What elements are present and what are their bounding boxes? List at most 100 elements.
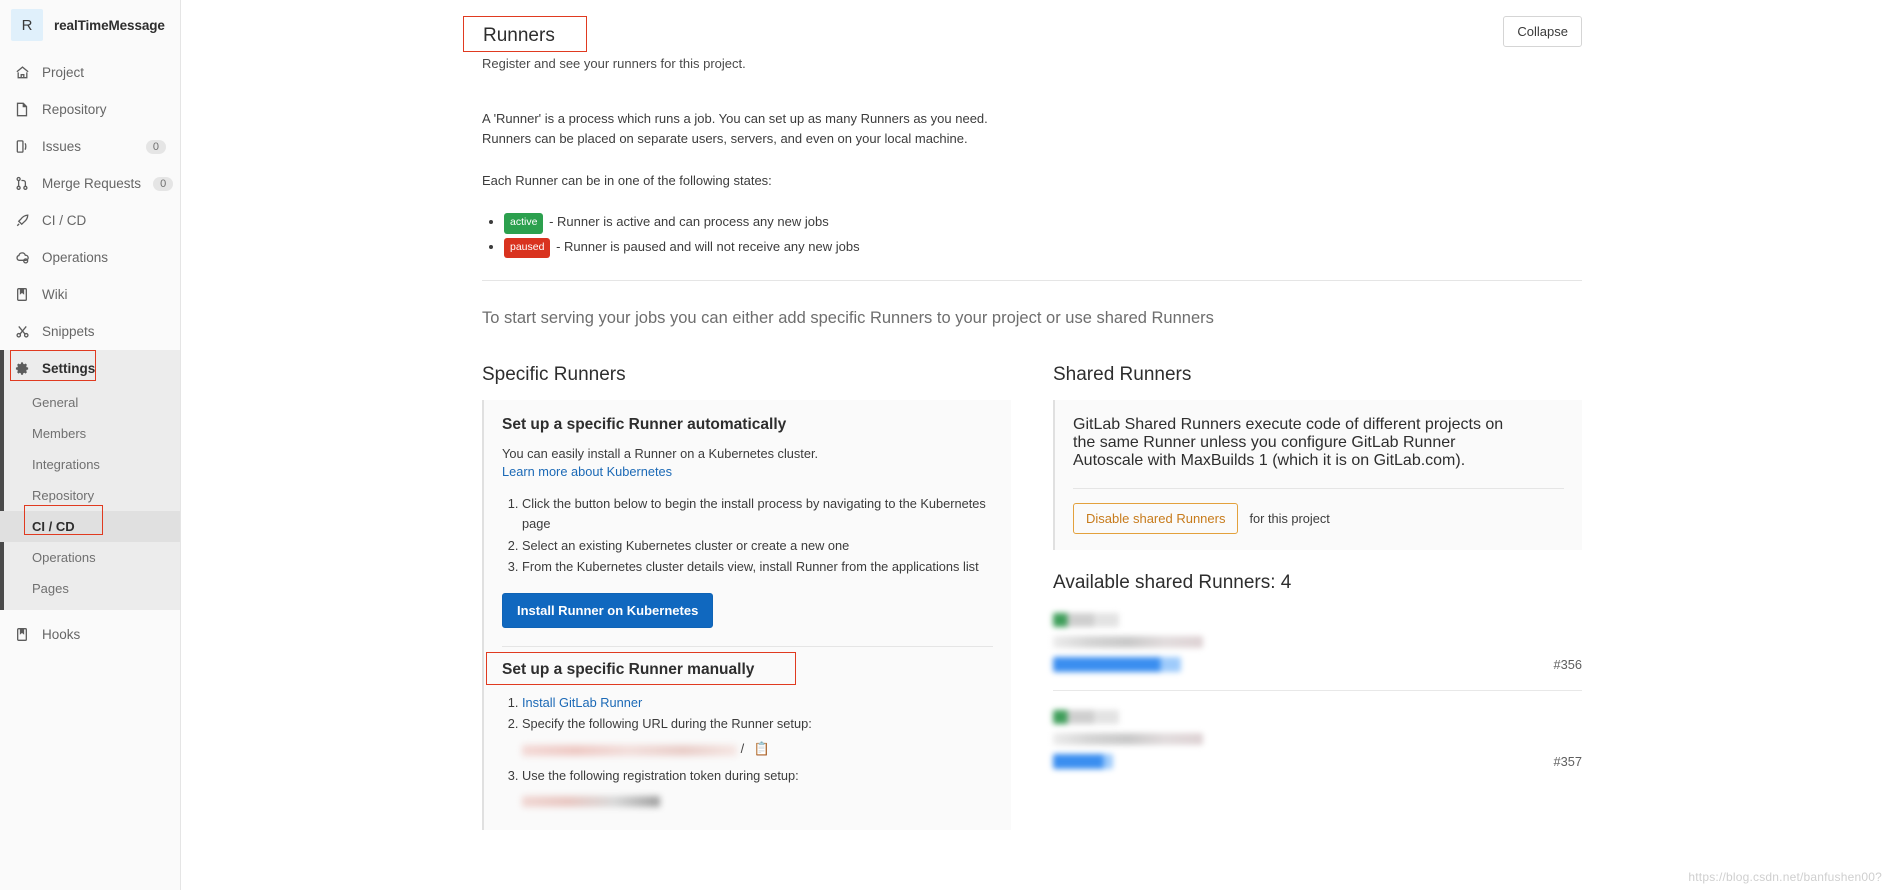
sidebar-item-wiki[interactable]: Wiki: [0, 276, 180, 313]
manual-step-1: Install GitLab Runner: [522, 693, 993, 713]
disable-shared-runners-button[interactable]: Disable shared Runners: [1073, 502, 1239, 534]
collapse-button[interactable]: Collapse: [1503, 16, 1582, 47]
sidebar-subitem-operations[interactable]: Operations: [0, 542, 180, 573]
settings-subnav: General Members Integrations Repository …: [0, 387, 180, 610]
auto-step-1: Click the button below to begin the inst…: [522, 494, 993, 534]
sidebar-item-repository[interactable]: Repository: [0, 91, 180, 128]
kubernetes-learn-more-link[interactable]: Learn more about Kubernetes: [502, 464, 672, 479]
page-title-wrap: Runners Register and see your runners fo…: [463, 16, 746, 71]
subitem-label: General: [32, 395, 79, 410]
shared-runners-card: GitLab Shared Runners execute code of di…: [1053, 399, 1582, 550]
sidebar-item-settings[interactable]: Settings: [0, 350, 180, 387]
auto-setup-heading: Set up a specific Runner automatically: [502, 415, 787, 433]
book-icon: [14, 287, 30, 303]
cloud-gear-icon: [14, 250, 30, 266]
runner-list-item[interactable]: #357: [1053, 691, 1582, 787]
sidebar-item-label: Merge Requests: [42, 176, 142, 191]
disable-shared-runners-row: Disable shared Runners for this project: [1073, 502, 1564, 534]
sidebar-item-ci-cd[interactable]: CI / CD: [0, 202, 180, 239]
specific-runners-column: Specific Runners Set up a specific Runne…: [482, 364, 1011, 831]
sidebar-subitem-members[interactable]: Members: [0, 418, 180, 449]
runner-id: #356: [1553, 656, 1582, 672]
manual-step-3: Use the following registration token dur…: [522, 766, 993, 811]
scissors-icon: [14, 324, 30, 340]
copy-icon[interactable]: 📋: [754, 741, 770, 756]
sidebar-item-label: Operations: [42, 250, 109, 265]
specific-runner-auto-card: Set up a specific Runner automatically Y…: [482, 399, 1011, 831]
runner-id: #357: [1553, 753, 1582, 769]
secondary-nav: Hooks: [0, 616, 180, 653]
install-gitlab-runner-link[interactable]: Install GitLab Runner: [522, 695, 642, 710]
runner-meta: [1053, 612, 1203, 672]
shared-runners-column: Shared Runners GitLab Shared Runners exe…: [1053, 364, 1582, 830]
sidebar-item-label: Issues: [42, 139, 82, 154]
document-icon: [14, 102, 30, 118]
sidebar-subitem-ci-cd[interactable]: CI / CD: [0, 511, 180, 542]
status-badge-active: active: [504, 213, 544, 234]
sidebar-item-project[interactable]: Project: [0, 54, 180, 91]
app-root: R realTimeMessage Project Repository Iss…: [0, 0, 1898, 890]
card-separator: [502, 646, 993, 648]
runner-tags-redacted: [1053, 656, 1181, 672]
subitem-label: CI / CD: [32, 519, 75, 534]
registration-token-redacted: [522, 796, 660, 808]
merge-request-icon: [14, 176, 30, 192]
sidebar-item-label: Repository: [42, 102, 107, 117]
watermark: https://blog.csdn.net/banfushen00?: [1688, 870, 1882, 884]
manual-step-2-text: Specify the following URL during the Run…: [522, 716, 812, 732]
issues-icon: [14, 139, 30, 155]
sidebar-item-snippets[interactable]: Snippets: [0, 313, 180, 350]
lead-text: To start serving your jobs you can eithe…: [482, 308, 1214, 327]
project-header[interactable]: R realTimeMessage: [0, 0, 180, 50]
shared-runners-title: Shared Runners: [1053, 363, 1192, 385]
main-nav: Project Repository Issues 0 Merge Reques…: [0, 54, 180, 387]
sidebar-item-merge-requests[interactable]: Merge Requests 0: [0, 165, 180, 202]
sidebar-subitem-general[interactable]: General: [0, 387, 180, 418]
runners-columns: Specific Runners Set up a specific Runne…: [482, 364, 1582, 831]
intro-states-label: Each Runner can be in one of the followi…: [482, 173, 772, 189]
runners-intro: A 'Runner' is a process which runs a job…: [482, 109, 1582, 258]
sidebar-subitem-integrations[interactable]: Integrations: [0, 449, 180, 480]
manual-heading-wrap: Set up a specific Runner manually: [486, 652, 796, 686]
sidebar-item-label: Settings: [42, 361, 96, 376]
runner-description-redacted: [1053, 732, 1203, 745]
state-active-text: - Runner is active and can process any n…: [549, 214, 829, 230]
sidebar-subitem-pages[interactable]: Pages: [0, 573, 180, 604]
sidebar-item-label: Snippets: [42, 324, 95, 339]
issues-count-badge: 0: [145, 139, 166, 154]
sidebar-item-operations[interactable]: Operations: [0, 239, 180, 276]
manual-step-3-text: Use the following registration token dur…: [522, 767, 799, 783]
runner-list-item[interactable]: #356: [1053, 594, 1582, 691]
sidebar-item-hooks[interactable]: Hooks: [0, 616, 180, 653]
runner-url-slash: /: [740, 741, 745, 757]
settings-subnav-wrap: General Members Integrations Repository …: [0, 387, 180, 610]
page-header: Runners Register and see your runners fo…: [463, 0, 1582, 71]
state-paused-text: - Runner is paused and will not receive …: [556, 238, 860, 254]
available-shared-runners-title: Available shared Runners: 4: [1053, 571, 1292, 593]
sidebar-item-label: Wiki: [42, 287, 68, 302]
registration-token-row: [522, 791, 993, 811]
page-title: Runners: [483, 25, 555, 46]
sidebar-subitem-repository[interactable]: Repository: [0, 480, 180, 511]
install-runner-kubernetes-button[interactable]: Install Runner on Kubernetes: [502, 593, 714, 629]
subitem-label: Integrations: [32, 457, 100, 472]
gear-icon: [14, 361, 30, 377]
auto-step-3: From the Kubernetes cluster details view…: [522, 557, 993, 577]
state-paused: paused - Runner is paused and will not r…: [504, 237, 1582, 258]
runners-page: Runners Register and see your runners fo…: [463, 0, 1582, 831]
runner-url-redacted: [522, 744, 737, 756]
sidebar-item-issues[interactable]: Issues 0: [0, 128, 180, 165]
sidebar: R realTimeMessage Project Repository Iss…: [0, 0, 181, 890]
manual-setup-steps: Install GitLab Runner Specify the follow…: [522, 693, 993, 811]
runner-states-list: active - Runner is active and can proces…: [504, 213, 1582, 258]
shared-desc-line-1: GitLab Shared Runners execute code of di…: [1073, 415, 1504, 433]
page-subtitle: Register and see your runners for this p…: [482, 56, 746, 71]
shared-desc-line-3: Autoscale with MaxBuilds 1 (which it is …: [1073, 451, 1466, 469]
runner-description-redacted: [1053, 635, 1203, 648]
runner-url-row: / 📋: [522, 739, 993, 760]
shared-desc-line-2: the same Runner unless you configure Git…: [1073, 433, 1456, 451]
runner-status-redacted: [1053, 709, 1119, 724]
main-content: Runners Register and see your runners fo…: [181, 0, 1898, 890]
intro-paragraph-1: A 'Runner' is a process which runs a job…: [482, 109, 1582, 149]
merge-requests-count-badge: 0: [153, 176, 174, 191]
